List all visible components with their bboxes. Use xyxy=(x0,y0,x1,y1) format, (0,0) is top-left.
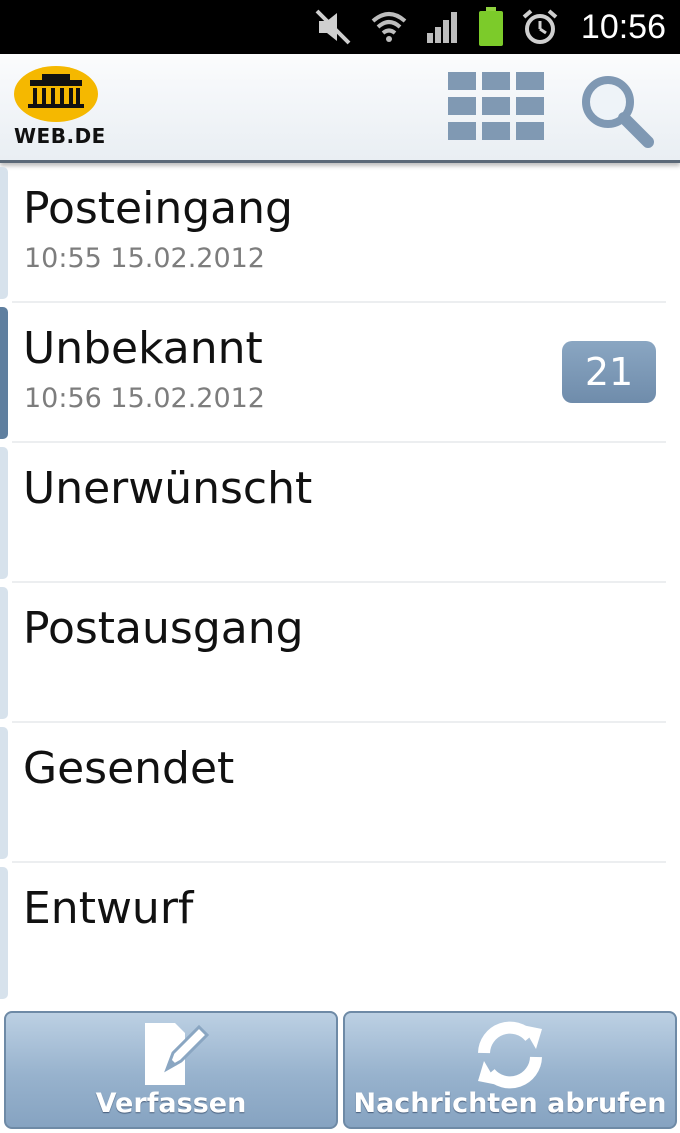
unread-count-badge: 21 xyxy=(562,341,656,403)
fetch-messages-label: Nachrichten abrufen xyxy=(353,1088,667,1119)
folder-row-entwurf[interactable]: Entwurf xyxy=(0,863,680,1003)
mute-icon xyxy=(315,9,351,45)
compose-icon xyxy=(145,1023,210,1085)
status-bar: 10:56 xyxy=(0,0,680,54)
status-time: 10:56 xyxy=(580,7,666,46)
compose-label: Verfassen xyxy=(95,1088,247,1119)
folder-row-posteingang[interactable]: Posteingang 10:55 15.02.2012 xyxy=(0,163,680,303)
folder-row-unbekannt[interactable]: Unbekannt 10:56 15.02.2012 21 xyxy=(0,303,680,443)
folder-date: 10:56 15.02.2012 xyxy=(24,383,265,414)
folder-row-postausgang[interactable]: Postausgang xyxy=(0,583,680,723)
signal-icon xyxy=(426,12,457,43)
alarm-icon xyxy=(522,9,558,44)
app-header: WEB.DE xyxy=(0,54,680,163)
compose-button[interactable]: Verfassen xyxy=(4,1011,338,1129)
battery-icon xyxy=(478,7,503,46)
folder-row-unerwuenscht[interactable]: Unerwünscht xyxy=(0,443,680,583)
folder-name: Unbekannt xyxy=(23,323,263,374)
bottom-action-bar: Verfassen Nachrichten abrufen xyxy=(0,1003,680,1133)
folder-name: Entwurf xyxy=(23,883,194,934)
folder-name: Gesendet xyxy=(23,743,235,794)
folder-name: Posteingang xyxy=(23,183,293,234)
folder-date: 10:55 15.02.2012 xyxy=(24,243,265,274)
refresh-icon xyxy=(478,1021,542,1089)
brandenburg-gate-icon xyxy=(14,66,98,122)
folder-row-gesendet[interactable]: Gesendet xyxy=(0,723,680,863)
fetch-messages-button[interactable]: Nachrichten abrufen xyxy=(343,1011,677,1129)
grid-menu-icon[interactable] xyxy=(448,72,544,142)
folder-name: Unerwünscht xyxy=(23,463,313,514)
logo-text: WEB.DE xyxy=(14,124,106,148)
folder-name: Postausgang xyxy=(23,603,304,654)
wifi-icon xyxy=(371,12,407,42)
search-icon[interactable] xyxy=(578,72,654,148)
folder-list: Posteingang 10:55 15.02.2012 Unbekannt 1… xyxy=(0,163,680,1003)
webde-logo[interactable]: WEB.DE xyxy=(12,62,106,152)
